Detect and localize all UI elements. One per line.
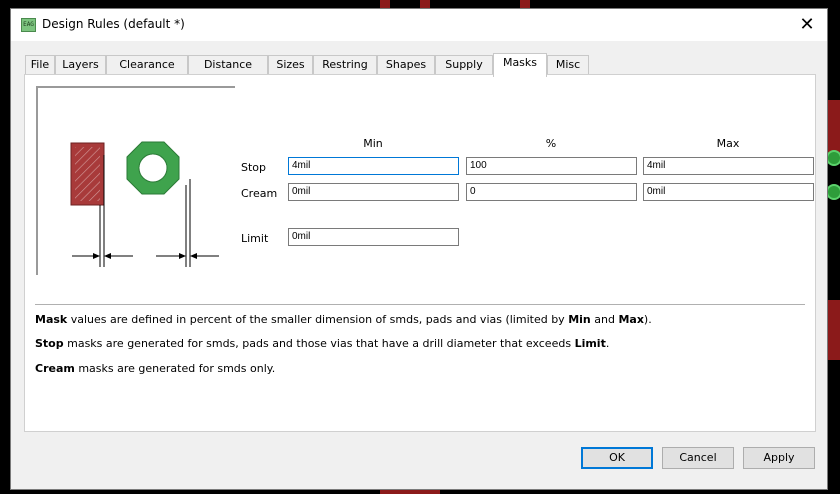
note-text: ).: [643, 313, 652, 326]
note-bold: Limit: [574, 337, 606, 350]
board-trace: [828, 300, 840, 360]
note-stop: Stop masks are generated for smds, pads …: [35, 337, 609, 350]
stop-min-input[interactable]: 4mil: [288, 157, 459, 175]
tab-clearance[interactable]: Clearance: [106, 55, 188, 75]
cream-percent-input[interactable]: 0: [466, 183, 637, 201]
tab-sizes[interactable]: Sizes: [268, 55, 313, 75]
note-text: .: [605, 337, 610, 350]
tab-shapes[interactable]: Shapes: [377, 55, 435, 75]
tab-distance[interactable]: Distance: [188, 55, 268, 75]
note-text: and: [590, 313, 619, 326]
tab-misc[interactable]: Misc: [547, 55, 589, 75]
board-pad: [826, 184, 840, 200]
tab-supply[interactable]: Supply: [435, 55, 493, 75]
masks-panel: Min % Max Stop 4mil 100 4mil Cream 0mil …: [24, 74, 816, 432]
tab-masks[interactable]: Masks: [493, 53, 547, 77]
design-rules-dialog: EAG Design Rules (default *) ✕ File Laye…: [10, 8, 828, 490]
divider: [35, 304, 805, 305]
cream-label: Cream: [241, 187, 278, 200]
arrow-head: [104, 253, 111, 259]
note-text: masks are generated for smds, pads and t…: [63, 337, 575, 350]
mask-diagram-svg: [36, 86, 235, 275]
app-icon: EAG: [21, 18, 36, 32]
header-min: Min: [363, 137, 383, 150]
stop-max-input[interactable]: 4mil: [643, 157, 814, 175]
note-mask: Mask values are defined in percent of th…: [35, 313, 652, 326]
header-percent: %: [545, 137, 557, 150]
ok-button[interactable]: OK: [581, 447, 653, 469]
board-pad: [826, 150, 840, 166]
limit-input[interactable]: 0mil: [288, 228, 459, 246]
note-bold: Max: [618, 313, 644, 326]
stop-label: Stop: [241, 161, 267, 174]
mask-illustration: [35, 85, 235, 285]
via-drill-hatch: [139, 154, 167, 182]
note-bold: Min: [568, 313, 591, 326]
note-bold: Mask: [35, 313, 68, 326]
header-max: Max: [716, 137, 740, 150]
cancel-button[interactable]: Cancel: [662, 447, 734, 469]
cream-min-input[interactable]: 0mil: [288, 183, 459, 201]
apply-button[interactable]: Apply: [743, 447, 815, 469]
arrow-head: [93, 253, 100, 259]
note-cream: Cream masks are generated for smds only.: [35, 362, 275, 375]
title-bar: EAG Design Rules (default *) ✕: [11, 9, 827, 41]
note-bold: Stop: [35, 337, 64, 350]
note-text: masks are generated for smds only.: [74, 362, 276, 375]
stop-percent-input[interactable]: 100: [466, 157, 637, 175]
cream-max-input[interactable]: 0mil: [643, 183, 814, 201]
window-title: Design Rules (default *): [42, 17, 185, 31]
arrow-head: [179, 253, 186, 259]
note-bold: Cream: [35, 362, 75, 375]
smd-pad: [75, 147, 100, 201]
close-icon[interactable]: ✕: [795, 13, 819, 37]
tab-restring[interactable]: Restring: [313, 55, 377, 75]
limit-label: Limit: [241, 232, 269, 245]
arrow-head: [190, 253, 197, 259]
tab-file[interactable]: File: [25, 55, 55, 75]
note-text: values are defined in percent of the sma…: [67, 313, 569, 326]
tab-layers[interactable]: Layers: [55, 55, 106, 75]
